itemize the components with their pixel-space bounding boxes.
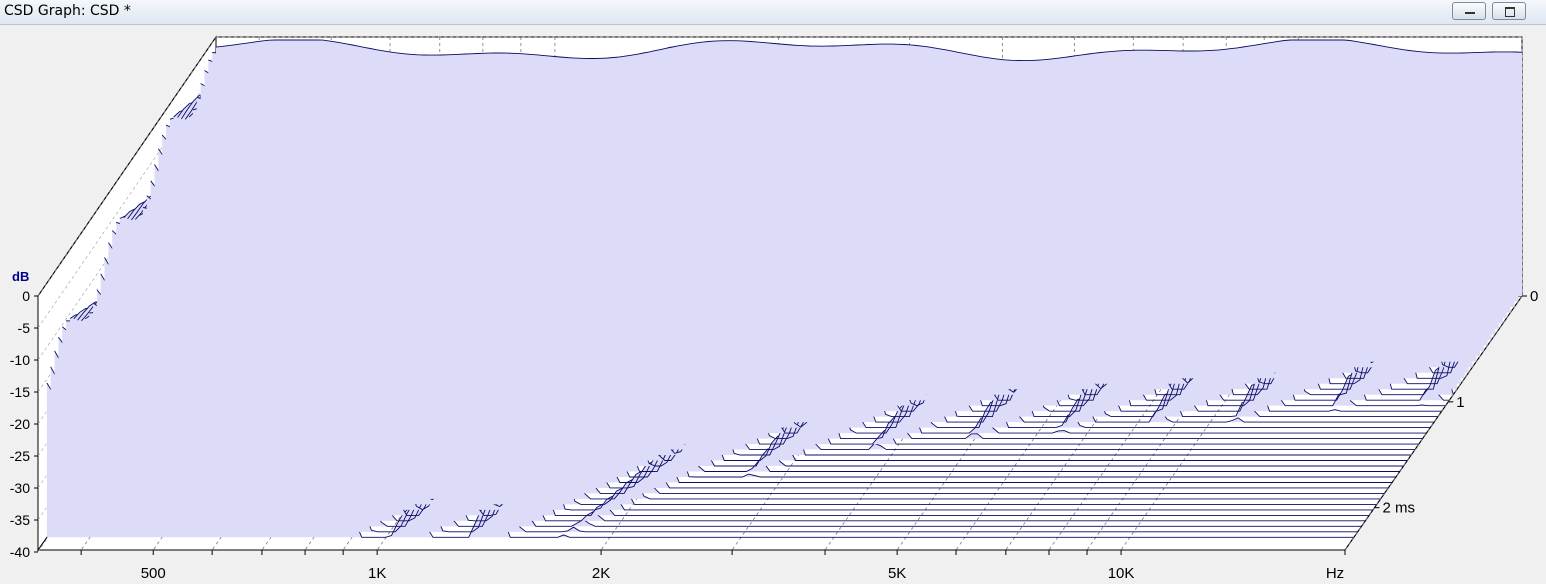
y-tick-label: -10 <box>10 352 30 368</box>
x-tick-label: 1K <box>368 565 386 582</box>
y-tick-label: -20 <box>10 416 30 432</box>
y-tick-label: -5 <box>18 320 31 336</box>
y-tick-label: 0 <box>22 288 30 304</box>
time-tick-label: 1 <box>1456 394 1464 411</box>
y-tick-label: -30 <box>10 480 30 496</box>
x-tick-label: 500 <box>141 565 166 582</box>
csd-waterfall-chart: dB 0 -5 -10 -15 -20 -25 -30 -35 -40 500 1K 2K 5K 10K Hz… <box>10 35 1538 582</box>
y-axis-title: dB <box>12 269 29 284</box>
x-tick-label: 2K <box>592 565 610 582</box>
x-tick-label: 10K <box>1108 565 1135 582</box>
y-tick-label: -40 <box>10 544 30 560</box>
time-tick-label: 2 ms <box>1383 500 1416 517</box>
y-tick-label: -35 <box>10 512 30 528</box>
time-tick-label: 0 <box>1530 288 1538 305</box>
decay-slice-fill <box>216 40 1522 296</box>
x-tick-label: 5K <box>888 565 906 582</box>
y-tick-label: -15 <box>10 384 30 400</box>
x-axis-unit: Hz <box>1326 565 1344 582</box>
y-tick-label: -25 <box>10 448 30 464</box>
